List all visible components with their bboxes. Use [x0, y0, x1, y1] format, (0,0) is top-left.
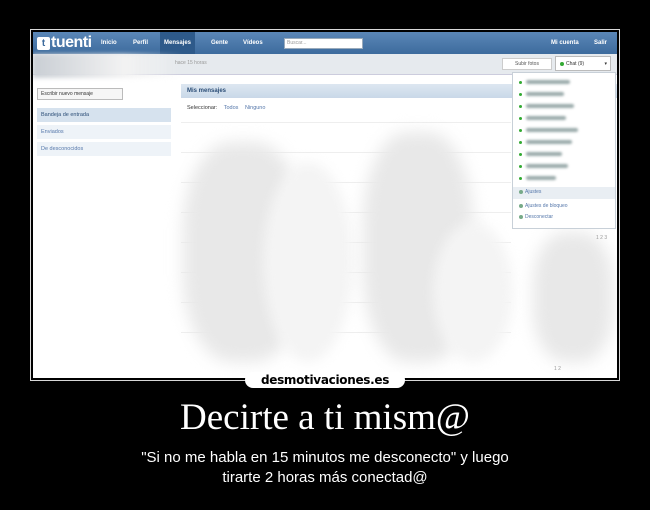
- write-message-button[interactable]: Escribir nuevo mensaje: [37, 88, 123, 100]
- poster-frame: t tuenti Inicio Perfil Mensajes Gente Ví…: [30, 29, 620, 381]
- online-dot-icon: [519, 104, 522, 108]
- chevron-down-icon: ▾: [604, 61, 607, 67]
- disconnect-label: Desconectar: [525, 214, 554, 220]
- sidebar-item-inbox[interactable]: Bandeja de entrada: [37, 108, 171, 122]
- online-dot-icon: [519, 176, 522, 180]
- chat-settings-label: Ajustes: [525, 189, 542, 195]
- upload-photos-button[interactable]: Subir fotos: [502, 58, 552, 70]
- contact-row[interactable]: [519, 78, 570, 86]
- row-divider: [181, 122, 511, 123]
- upload-label: Subir fotos: [515, 61, 539, 67]
- power-icon: [519, 214, 523, 219]
- screenshot: t tuenti Inicio Perfil Mensajes Gente Ví…: [33, 32, 617, 378]
- blurred-name: [526, 176, 556, 180]
- nav-mensajes[interactable]: Mensajes: [160, 32, 196, 54]
- online-dot-icon: [519, 116, 522, 120]
- write-label: Escribir nuevo mensaje: [41, 91, 93, 97]
- blurred-profile-strip: [33, 54, 183, 78]
- blurred-name: [526, 104, 574, 108]
- select-label: Seleccionar:: [187, 105, 218, 111]
- smudge-overlay: [533, 232, 613, 362]
- search-input[interactable]: Buscar...: [284, 38, 363, 49]
- blurred-name: [526, 128, 578, 132]
- chat-button[interactable]: Chat (9) ▾: [555, 56, 611, 71]
- contact-row[interactable]: [519, 174, 556, 182]
- smudge-overlay: [263, 162, 353, 362]
- top-nav: t tuenti Inicio Perfil Mensajes Gente Ví…: [33, 32, 617, 54]
- block-settings-link[interactable]: Ajustes de bloqueo: [519, 203, 568, 209]
- caption-line-2: tirarte 2 horas más conectad@: [222, 469, 428, 486]
- nav-gente[interactable]: Gente: [211, 32, 228, 54]
- status-text: hace 15 horas: [175, 60, 207, 66]
- blurred-name: [526, 140, 572, 144]
- select-all-link[interactable]: Todos: [224, 105, 239, 111]
- online-dot-icon: [519, 92, 522, 96]
- tuenti-logo[interactable]: t tuenti: [37, 34, 92, 51]
- blurred-name: [526, 152, 562, 156]
- nav-logout[interactable]: Salir: [594, 32, 607, 54]
- contact-row[interactable]: [519, 138, 572, 146]
- disconnect-link[interactable]: Desconectar: [519, 214, 553, 220]
- online-dot-icon: [560, 61, 564, 66]
- block-settings-label: Ajustes de bloqueo: [525, 203, 568, 209]
- logo-mark: t: [37, 36, 50, 50]
- online-dot-icon: [519, 128, 522, 132]
- blurred-name: [526, 164, 568, 168]
- select-row: Seleccionar: Todos Ninguno: [187, 105, 270, 111]
- contact-row[interactable]: [519, 150, 562, 158]
- chat-dropdown: Ajustes Ajustes de bloqueo Desconectar: [512, 72, 616, 229]
- nav-perfil[interactable]: Perfil: [133, 32, 148, 54]
- poster-title: Decirte a ti mism@: [180, 397, 470, 438]
- contact-row[interactable]: [519, 126, 578, 134]
- site-watermark: desmotivaciones.es: [245, 372, 405, 388]
- sidebar-item-strangers[interactable]: De desconocidos: [37, 142, 171, 156]
- online-dot-icon: [519, 80, 522, 84]
- smudge-overlay: [433, 222, 513, 362]
- select-none-link[interactable]: Ninguno: [245, 105, 266, 111]
- pagination-bottom[interactable]: 1 2: [554, 366, 561, 372]
- blurred-name: [526, 116, 566, 120]
- contact-row[interactable]: [519, 162, 568, 170]
- chat-label: Chat (9): [566, 61, 585, 67]
- contact-row[interactable]: [519, 114, 566, 122]
- online-dot-icon: [519, 164, 522, 168]
- lock-icon: [519, 203, 523, 208]
- nav-inicio[interactable]: Inicio: [101, 32, 117, 54]
- nav-account[interactable]: Mi cuenta: [551, 32, 579, 54]
- contact-row[interactable]: [519, 90, 564, 98]
- caption-line-1: "Si no me habla en 15 minutos me descone…: [141, 449, 509, 466]
- blurred-name: [526, 80, 570, 84]
- poster-caption: "Si no me habla en 15 minutos me descone…: [75, 448, 575, 488]
- contact-row[interactable]: [519, 102, 574, 110]
- pagination[interactable]: 1 2 3: [596, 235, 607, 241]
- sidebar-item-sent[interactable]: Enviados: [37, 125, 171, 139]
- chat-settings-link[interactable]: Ajustes: [519, 189, 541, 195]
- logo-text: tuenti: [51, 34, 92, 51]
- online-dot-icon: [519, 152, 522, 156]
- nav-videos[interactable]: Vídeos: [243, 32, 263, 54]
- blurred-name: [526, 92, 564, 96]
- gear-icon: [519, 189, 523, 194]
- online-dot-icon: [519, 140, 522, 144]
